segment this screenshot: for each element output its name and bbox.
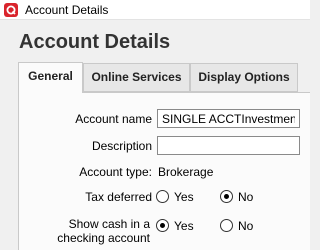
tax-deferred-yes-label[interactable]: Yes	[174, 190, 194, 204]
app-logo-icon	[4, 3, 18, 17]
description-input[interactable]	[157, 136, 300, 155]
tab-online-services[interactable]: Online Services	[83, 63, 190, 92]
tax-deferred-no-radio[interactable]	[220, 190, 233, 203]
show-cash-yes-label[interactable]: Yes	[174, 219, 194, 233]
account-type-label: Account type:	[79, 165, 152, 179]
tax-deferred-no-label[interactable]: No	[238, 190, 253, 204]
description-label: Description	[91, 139, 152, 153]
show-cash-label-line2: checking account	[57, 231, 150, 245]
tax-deferred-yes-radio[interactable]	[156, 190, 169, 203]
tax-deferred-label: Tax deferred	[85, 190, 152, 204]
show-cash-no-radio[interactable]	[220, 219, 233, 232]
account-name-input[interactable]	[157, 109, 300, 128]
show-cash-yes-radio[interactable]	[156, 219, 169, 232]
tab-general[interactable]: General	[18, 62, 83, 93]
window-title: Account Details	[25, 3, 109, 17]
show-cash-label-line1: Show cash in a	[68, 217, 150, 231]
account-type-value: Brokerage	[158, 165, 214, 179]
show-cash-no-label[interactable]: No	[238, 219, 253, 233]
tab-display-options[interactable]: Display Options	[190, 63, 298, 92]
page-title: Account Details	[19, 31, 171, 53]
title-bar: Account Details	[0, 0, 310, 20]
account-name-label: Account name	[75, 112, 152, 126]
